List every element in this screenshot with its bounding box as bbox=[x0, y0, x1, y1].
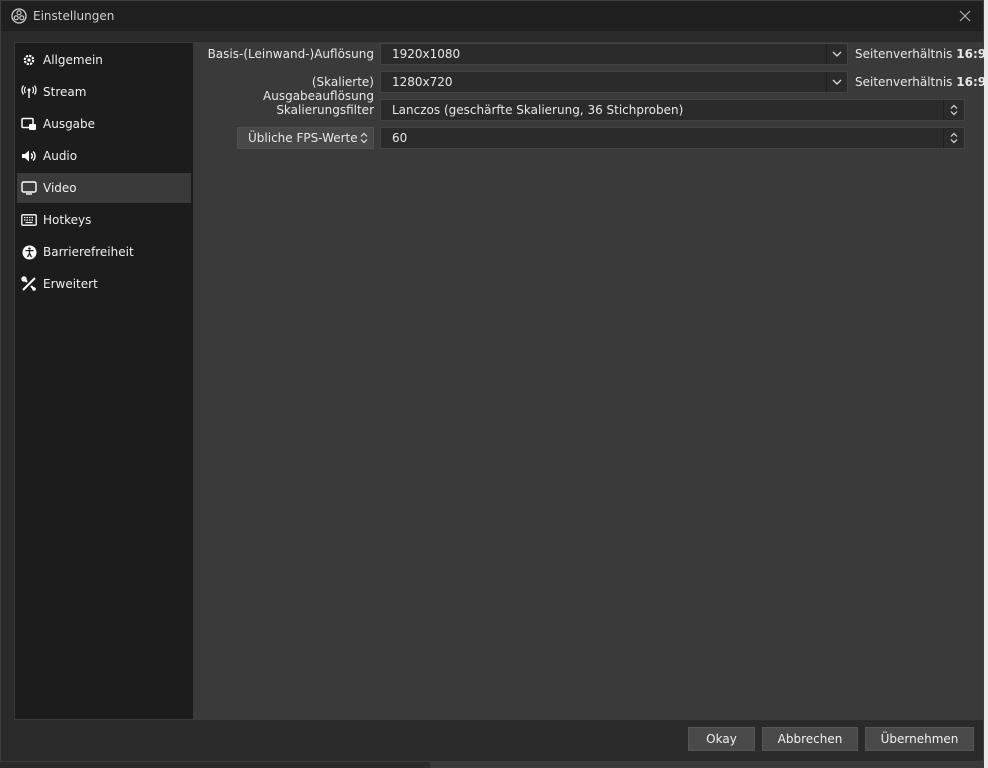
sidebar-item-ausgabe[interactable]: Ausgabe bbox=[17, 109, 191, 139]
settings-window: Einstellungen Allgemein Stream Ausgabe A… bbox=[0, 0, 987, 762]
output-aspect-ratio: Seitenverhältnis 16:9 bbox=[855, 75, 987, 89]
sidebar-item-label: Barrierefreiheit bbox=[43, 245, 134, 259]
scaling-filter-select[interactable]: Lanczos (geschärfte Skalierung, 36 Stich… bbox=[380, 99, 965, 121]
obs-logo-icon bbox=[11, 8, 27, 24]
speaker-icon bbox=[21, 148, 37, 164]
sidebar-item-allgemein[interactable]: Allgemein bbox=[17, 45, 191, 75]
sidebar-item-stream[interactable]: Stream bbox=[17, 77, 191, 107]
cancel-button[interactable]: Abbrechen bbox=[762, 727, 858, 751]
sidebar-item-label: Video bbox=[43, 181, 77, 195]
base-resolution-label: Basis-(Leinwand-)Auflösung bbox=[207, 47, 374, 61]
output-resolution-label: (Skalierte) Ausgabeauflösung bbox=[263, 75, 374, 103]
tools-icon bbox=[21, 276, 37, 292]
ok-button[interactable]: Okay bbox=[688, 727, 755, 751]
sidebar-item-label: Stream bbox=[43, 85, 87, 99]
scaling-filter-value: Lanczos (geschärfte Skalierung, 36 Stich… bbox=[392, 103, 684, 117]
sidebar-item-audio[interactable]: Audio bbox=[17, 141, 191, 171]
title-bar: Einstellungen bbox=[1, 1, 983, 31]
output-icon bbox=[21, 116, 37, 132]
chevron-updown-icon bbox=[943, 128, 964, 148]
fps-type-value: Übliche FPS-Werte bbox=[248, 131, 358, 145]
sidebar-item-label: Erweitert bbox=[43, 277, 98, 291]
sidebar-item-hotkeys[interactable]: Hotkeys bbox=[17, 205, 191, 235]
antenna-icon bbox=[21, 84, 37, 100]
sidebar-item-video[interactable]: Video bbox=[17, 173, 191, 203]
scaling-filter-label: Skalierungsfilter bbox=[276, 103, 374, 117]
fps-type-select[interactable]: Übliche FPS-Werte bbox=[237, 127, 374, 149]
sidebar-item-label: Ausgabe bbox=[43, 117, 96, 131]
chevron-updown-icon bbox=[943, 100, 964, 120]
accessibility-icon bbox=[21, 244, 37, 260]
sidebar-item-label: Allgemein bbox=[43, 53, 103, 67]
base-resolution-value: 1920x1080 bbox=[392, 47, 461, 61]
keyboard-icon bbox=[21, 212, 37, 228]
output-resolution-value: 1280x720 bbox=[392, 75, 453, 89]
sidebar-item-label: Audio bbox=[43, 149, 78, 163]
monitor-icon bbox=[21, 180, 37, 196]
chevron-down-icon bbox=[826, 44, 847, 64]
apply-button[interactable]: Übernehmen bbox=[865, 727, 974, 751]
settings-sidebar: Allgemein Stream Ausgabe Audio Video Hot… bbox=[14, 42, 194, 720]
chevron-down-icon bbox=[826, 72, 847, 92]
gear-icon bbox=[21, 52, 37, 68]
fps-value: 60 bbox=[392, 131, 408, 145]
close-icon bbox=[959, 10, 971, 22]
base-aspect-ratio: Seitenverhältnis 16:9 bbox=[855, 47, 987, 61]
close-button[interactable] bbox=[955, 6, 975, 26]
sidebar-item-barrierefreiheit[interactable]: Barrierefreiheit bbox=[17, 237, 191, 267]
sidebar-item-label: Hotkeys bbox=[43, 213, 92, 227]
window-title: Einstellungen bbox=[33, 9, 115, 23]
fps-value-select[interactable]: 60 bbox=[380, 127, 965, 149]
sidebar-item-erweitert[interactable]: Erweitert bbox=[17, 269, 191, 299]
background-app-edge bbox=[984, 0, 988, 768]
base-resolution-combo[interactable]: 1920x1080 bbox=[380, 43, 848, 65]
output-resolution-combo[interactable]: 1280x720 bbox=[380, 71, 848, 93]
chevron-updown-icon bbox=[355, 128, 373, 148]
